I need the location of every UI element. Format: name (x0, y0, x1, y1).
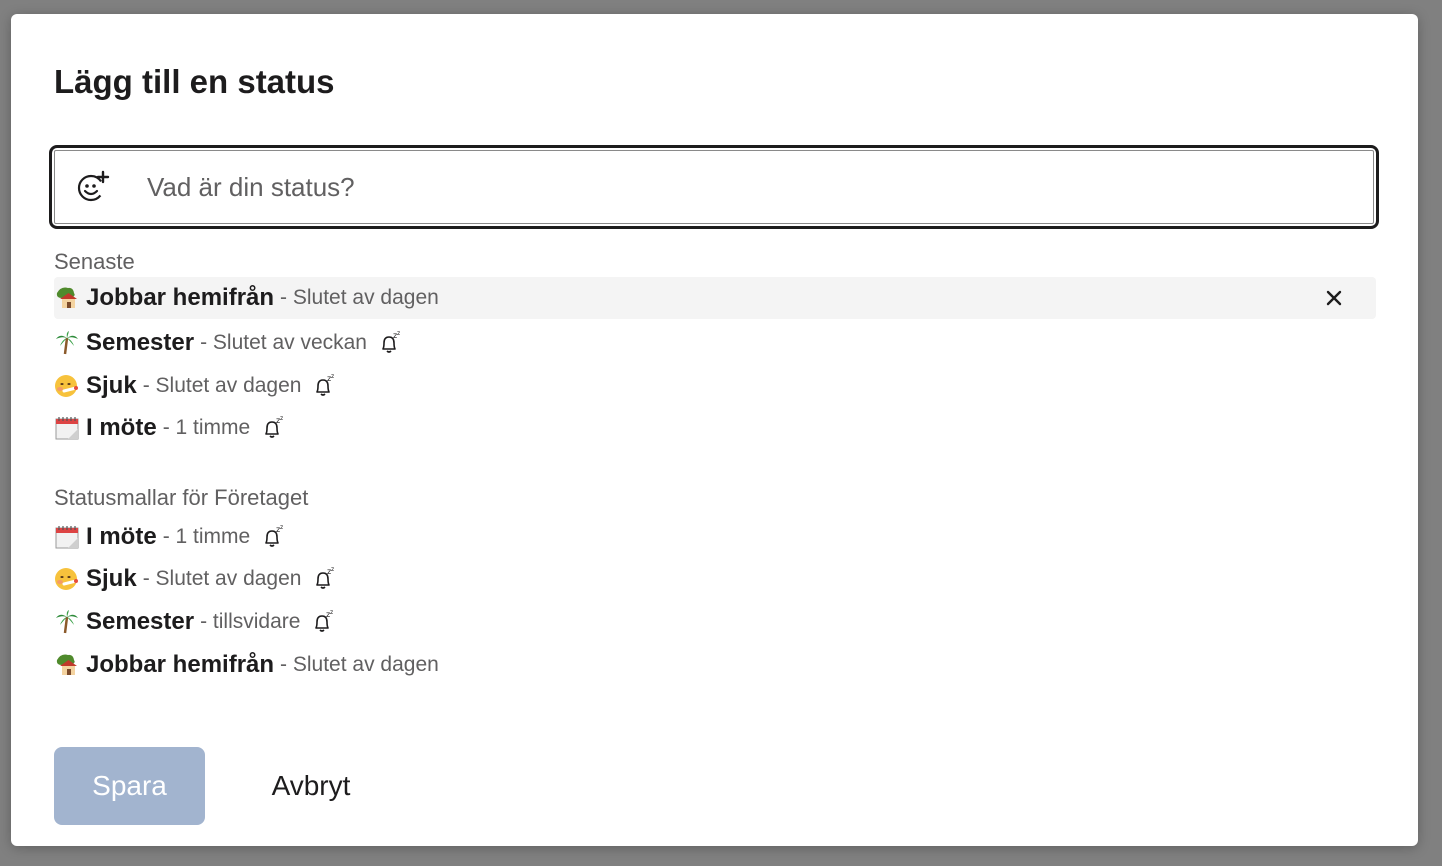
save-button[interactable]: Spara (54, 747, 205, 825)
svg-text:z: z (280, 416, 283, 422)
snooze-bell-icon: z z (260, 416, 284, 440)
cancel-button[interactable]: Avbryt (251, 747, 371, 825)
status-duration: - Slutet av dagen (142, 567, 302, 590)
add-emoji-icon[interactable] (75, 169, 111, 205)
template-item-jobbar-hemifran[interactable]: Jobbar hemifrån - Slutet av dagen (54, 644, 1376, 686)
house-with-tree-icon (54, 652, 80, 678)
snooze-bell-icon: z z (311, 374, 335, 398)
status-duration: - 1 timme (162, 416, 251, 439)
template-item-sjuk[interactable]: Sjuk - Slutet av dagen z z (54, 558, 1376, 600)
status-name: Sjuk (86, 565, 137, 592)
status-duration: - Slutet av dagen (280, 653, 439, 676)
svg-text:z: z (331, 567, 334, 573)
snooze-bell-icon: z z (311, 567, 335, 591)
face-with-thermometer-icon (54, 566, 80, 592)
status-name: Semester (86, 329, 195, 356)
status-duration: - Slutet av veckan (200, 331, 367, 354)
status-name: I möte (86, 414, 157, 441)
status-duration: - Slutet av dagen (280, 286, 439, 309)
template-item-i-mote[interactable]: I möte - 1 timme z z (54, 516, 1376, 558)
palm-tree-icon (54, 330, 80, 356)
status-duration: - 1 timme (162, 525, 251, 548)
svg-text:z: z (331, 374, 334, 380)
status-duration: - Slutet av dagen (142, 374, 302, 397)
status-input-wrapper (49, 145, 1379, 229)
spiral-calendar-icon (54, 524, 80, 550)
recent-section-label: Senaste (54, 249, 135, 274)
svg-text:z: z (280, 525, 283, 531)
status-name: Jobbar hemifrån (86, 284, 275, 311)
recent-item-i-mote[interactable]: I möte - 1 timme z z (54, 407, 1376, 449)
recent-item-semester[interactable]: Semester - Slutet av veckan z z (54, 322, 1376, 364)
face-with-thermometer-icon (54, 373, 80, 399)
status-duration: - tillsvidare (200, 610, 301, 633)
recent-item-sjuk[interactable]: Sjuk - Slutet av dagen z z (54, 365, 1376, 407)
house-with-tree-icon (54, 285, 80, 311)
status-input-box (54, 150, 1374, 224)
status-name: Jobbar hemifrån (86, 651, 275, 678)
recent-item-jobbar-hemifran[interactable]: Jobbar hemifrån - Slutet av dagen (54, 277, 1376, 319)
snooze-bell-icon: z z (260, 525, 284, 549)
status-name: Sjuk (86, 372, 137, 399)
svg-text:z: z (397, 331, 400, 337)
status-input[interactable] (147, 151, 1347, 223)
set-status-dialog: Lägg till en status Senaste (11, 14, 1418, 846)
palm-tree-icon (54, 609, 80, 635)
dialog-title: Lägg till en status (54, 63, 335, 100)
templates-section-label: Statusmallar för Företaget (54, 485, 309, 510)
template-item-semester[interactable]: Semester - tillsvidare z z (54, 601, 1376, 643)
close-icon[interactable] (1322, 286, 1346, 310)
snooze-bell-icon: z z (377, 331, 401, 355)
status-name: I möte (86, 523, 157, 550)
status-name: Semester (86, 608, 195, 635)
spiral-calendar-icon (54, 415, 80, 441)
snooze-bell-icon: z z (310, 610, 334, 634)
svg-text:z: z (330, 610, 333, 616)
